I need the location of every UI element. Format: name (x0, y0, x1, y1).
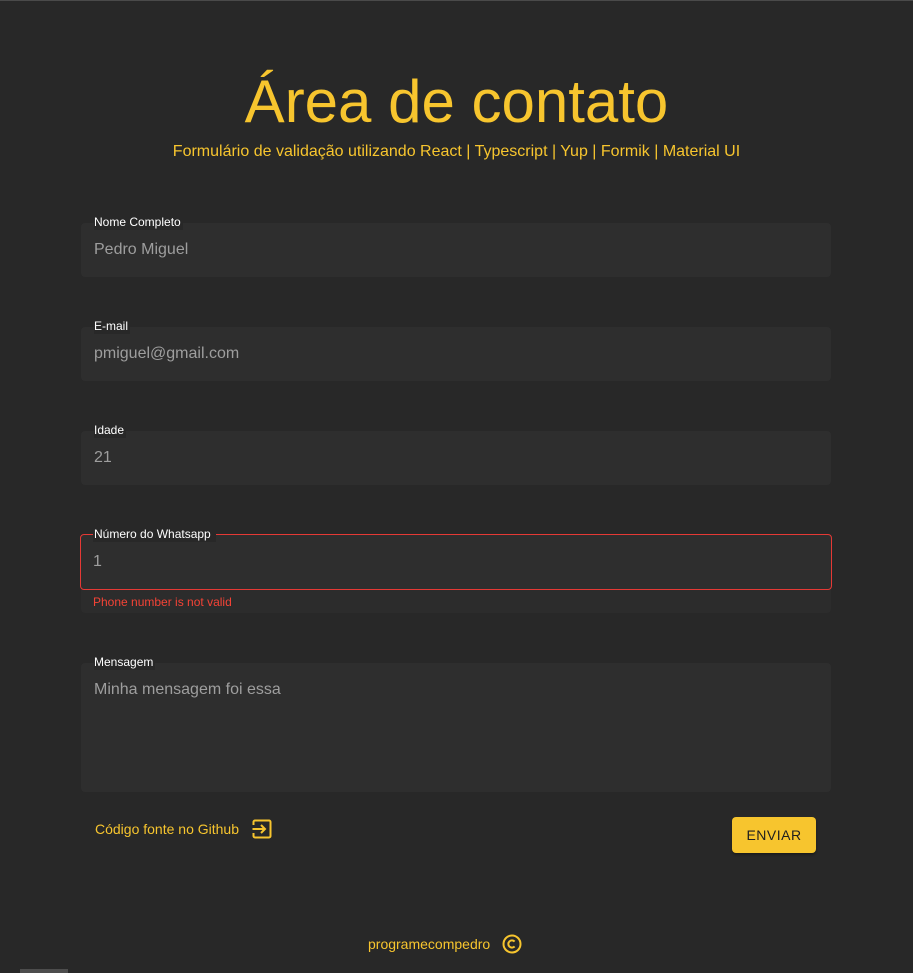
idade-label: Idade (94, 422, 127, 438)
mensagem-field[interactable]: Mensagem Minha mensagem foi essa (81, 654, 831, 792)
idade-input[interactable]: 21 (94, 448, 112, 468)
email-input[interactable]: pmiguel@gmail.com (94, 344, 239, 364)
idade-field[interactable]: Idade 21 (81, 422, 831, 485)
exit-to-app-icon (251, 818, 273, 840)
footer: programecompedro (368, 934, 522, 954)
email-field[interactable]: E-mail pmiguel@gmail.com (81, 318, 831, 381)
page-subtitle: Formulário de validação utilizando React… (172, 143, 741, 160)
submit-button[interactable]: ENVIAR (732, 817, 816, 853)
whatsapp-field-container: Número do Whatsapp 1 Phone number is not… (80, 526, 832, 613)
whatsapp-input[interactable]: 1 (93, 552, 102, 572)
email-label: E-mail (94, 318, 131, 334)
mensagem-textarea[interactable]: Minha mensagem foi essa (94, 680, 281, 700)
github-source-link[interactable]: Código fonte no Github (95, 818, 273, 840)
scrollbar-thumb[interactable] (20, 969, 68, 973)
page-title: Área de contato (244, 68, 669, 135)
whatsapp-error-text: Phone number is not valid (93, 595, 232, 609)
nome-completo-label: Nome Completo (94, 214, 183, 230)
footer-author: programecompedro (368, 936, 491, 952)
mensagem-label: Mensagem (94, 654, 156, 670)
nome-completo-input[interactable]: Pedro Miguel (94, 240, 188, 260)
nome-completo-field[interactable]: Nome Completo Pedro Miguel (81, 214, 831, 277)
whatsapp-label: Número do Whatsapp (93, 526, 216, 542)
github-source-link-label: Código fonte no Github (95, 821, 239, 837)
copyright-icon (502, 934, 522, 954)
whatsapp-field[interactable]: Número do Whatsapp 1 (80, 526, 832, 590)
